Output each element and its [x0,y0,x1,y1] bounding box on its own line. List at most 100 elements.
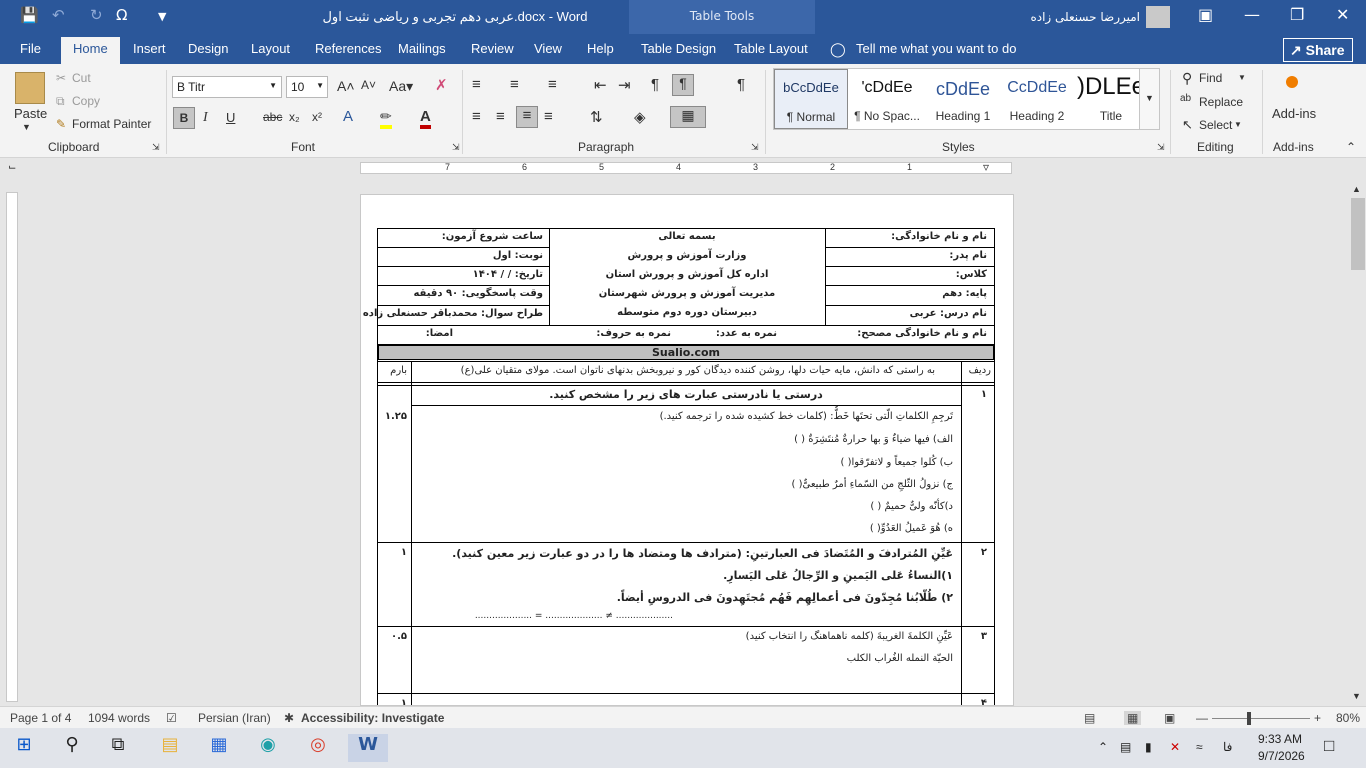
tab-table-design[interactable]: Table Design [641,41,716,56]
tab-references[interactable]: References [315,41,381,56]
justify-icon[interactable]: ≡ [544,108,553,125]
align-right-icon[interactable]: ≡ [516,106,538,128]
bold-button[interactable]: B [173,107,195,129]
clipboard-launcher-icon[interactable]: ⇲ [152,142,160,153]
clock-date[interactable]: 9/7/2026 [1258,749,1305,763]
font-color-icon[interactable]: A [420,108,431,129]
task-view-icon[interactable]: ⧉ [104,734,132,762]
borders-icon[interactable]: ▦ [670,106,706,128]
tab-selector-icon[interactable]: ⌙ [8,162,16,173]
tab-table-layout[interactable]: Table Layout [734,41,808,56]
find-icon[interactable]: ⚲ [1182,70,1192,87]
battery-icon[interactable]: ▮ [1145,740,1152,754]
highlight-icon[interactable]: ✏ [380,108,392,129]
input-language[interactable]: فا [1223,740,1232,754]
change-case-icon[interactable]: Aa▾ [389,78,413,95]
style-no-spacing[interactable]: 'cDdEe ¶ No Spac... [850,69,924,129]
styles-more-button[interactable]: ▼ [1139,68,1160,130]
chrome-icon[interactable]: ◎ [304,734,332,762]
redo-icon[interactable]: ↻ [90,6,103,24]
paste-icon[interactable] [15,72,45,104]
style-heading-2[interactable]: CcDdEe Heading 2 [1000,69,1074,129]
style-normal[interactable]: bCcDdEe ¶ Normal [774,69,848,129]
copy-button[interactable]: Copy [72,94,100,108]
format-painter-button[interactable]: Format Painter [72,117,151,131]
line-spacing-icon[interactable]: ⇅ [590,108,603,126]
underline-button[interactable]: U [226,110,235,125]
strikethrough-button[interactable]: abc [263,110,282,124]
ltr-icon[interactable]: ¶ [651,76,659,93]
symbol-icon[interactable]: Ω [116,6,127,24]
text-effects-icon[interactable]: A [343,108,353,125]
windows-start-icon[interactable]: ⊞ [10,734,38,762]
show-marks-icon[interactable]: ¶ [737,76,745,93]
increase-indent-icon[interactable]: ⇥ [618,76,631,94]
close-icon[interactable]: ✕ [1336,5,1349,24]
word-count[interactable]: 1094 words [88,711,150,725]
style-title[interactable]: )DLEe Title [1074,69,1148,129]
language[interactable]: Persian (Iran) [198,711,271,725]
accessibility-status[interactable]: Accessibility: Investigate [301,711,444,725]
wifi-icon[interactable]: ≈ [1196,740,1203,754]
share-button[interactable]: ↗ Share [1283,38,1353,62]
network-icon[interactable]: ▤ [1120,740,1131,754]
tab-mailings[interactable]: Mailings [398,41,446,56]
zoom-level[interactable]: 80% [1336,711,1360,725]
clock-time[interactable]: 9:33 AM [1258,732,1302,746]
proofing-icon[interactable]: ☑ [166,711,177,725]
select-button[interactable]: Select [1199,118,1232,132]
zoom-slider[interactable] [1212,718,1310,719]
avatar[interactable] [1146,6,1170,28]
web-layout-icon[interactable]: ▣ [1164,711,1175,725]
undo-icon[interactable]: ↶ [52,6,65,24]
word-taskbar-icon[interactable]: W [348,734,388,762]
subscript-button[interactable]: x₂ [289,110,300,124]
align-center-icon[interactable]: ≡ [496,108,505,125]
tab-design[interactable]: Design [188,41,228,56]
grow-font-icon[interactable]: A˄ [337,78,355,94]
document-page[interactable]: نام و نام خانوادگی: نام پدر: کلاس: پایه:… [360,194,1014,706]
search-icon[interactable]: ⚲ [58,734,86,762]
notifications-icon[interactable]: □ [1324,736,1334,756]
paste-dropdown-icon[interactable]: ▼ [22,122,31,132]
shrink-font-icon[interactable]: A˅ [361,78,376,92]
cut-button[interactable]: Cut [72,71,91,85]
collapse-ribbon-icon[interactable]: ⌃ [1346,140,1356,154]
font-size-combo[interactable]: 10 ▼ [286,76,328,98]
scroll-thumb[interactable] [1351,198,1365,270]
horizontal-ruler[interactable]: 7 6 5 4 3 2 1 ▿ [360,160,1012,174]
chevron-down-icon[interactable]: ▼ [1234,120,1242,129]
print-layout-icon[interactable]: ▦ [1124,711,1142,725]
scroll-down-icon[interactable]: ▼ [1352,691,1361,701]
paragraph-launcher-icon[interactable]: ⇲ [751,142,759,153]
save-icon[interactable]: 💾 [20,6,39,24]
edge-icon[interactable]: ◉ [254,734,282,762]
decrease-indent-icon[interactable]: ⇤ [594,76,607,94]
format-painter-icon[interactable]: ✎ [56,117,66,131]
style-heading-1[interactable]: cDdEe Heading 1 [926,69,1000,129]
tray-chevron-icon[interactable]: ⌃ [1098,740,1108,754]
tab-help[interactable]: Help [587,41,614,56]
multilevel-list-icon[interactable]: ≡ [548,76,557,93]
chevron-down-icon[interactable]: ▼ [1238,73,1246,82]
tab-file[interactable]: File [20,41,41,56]
styles-launcher-icon[interactable]: ⇲ [1157,142,1165,153]
zoom-out-icon[interactable]: — [1196,711,1208,725]
page-count[interactable]: Page 1 of 4 [10,711,71,725]
italic-button[interactable]: I [203,110,208,126]
store-icon[interactable]: ▦ [205,734,233,762]
copy-icon[interactable]: ⧉ [56,94,65,109]
tab-review[interactable]: Review [471,41,514,56]
superscript-button[interactable]: x² [312,110,322,124]
bullets-icon[interactable]: ≡ [472,76,481,93]
user-name[interactable]: امیررضا حسنعلی زاده [1000,10,1140,24]
vertical-ruler[interactable] [6,192,18,702]
tab-layout[interactable]: Layout [251,41,290,56]
minimize-icon[interactable]: — [1244,5,1260,24]
scroll-up-icon[interactable]: ▲ [1352,184,1361,194]
zoom-in-icon[interactable]: + [1314,711,1321,725]
select-icon[interactable]: ↖ [1182,117,1193,133]
maximize-icon[interactable]: ❐ [1290,5,1304,24]
font-launcher-icon[interactable]: ⇲ [452,142,460,153]
add-ins-icon[interactable] [1286,76,1298,88]
